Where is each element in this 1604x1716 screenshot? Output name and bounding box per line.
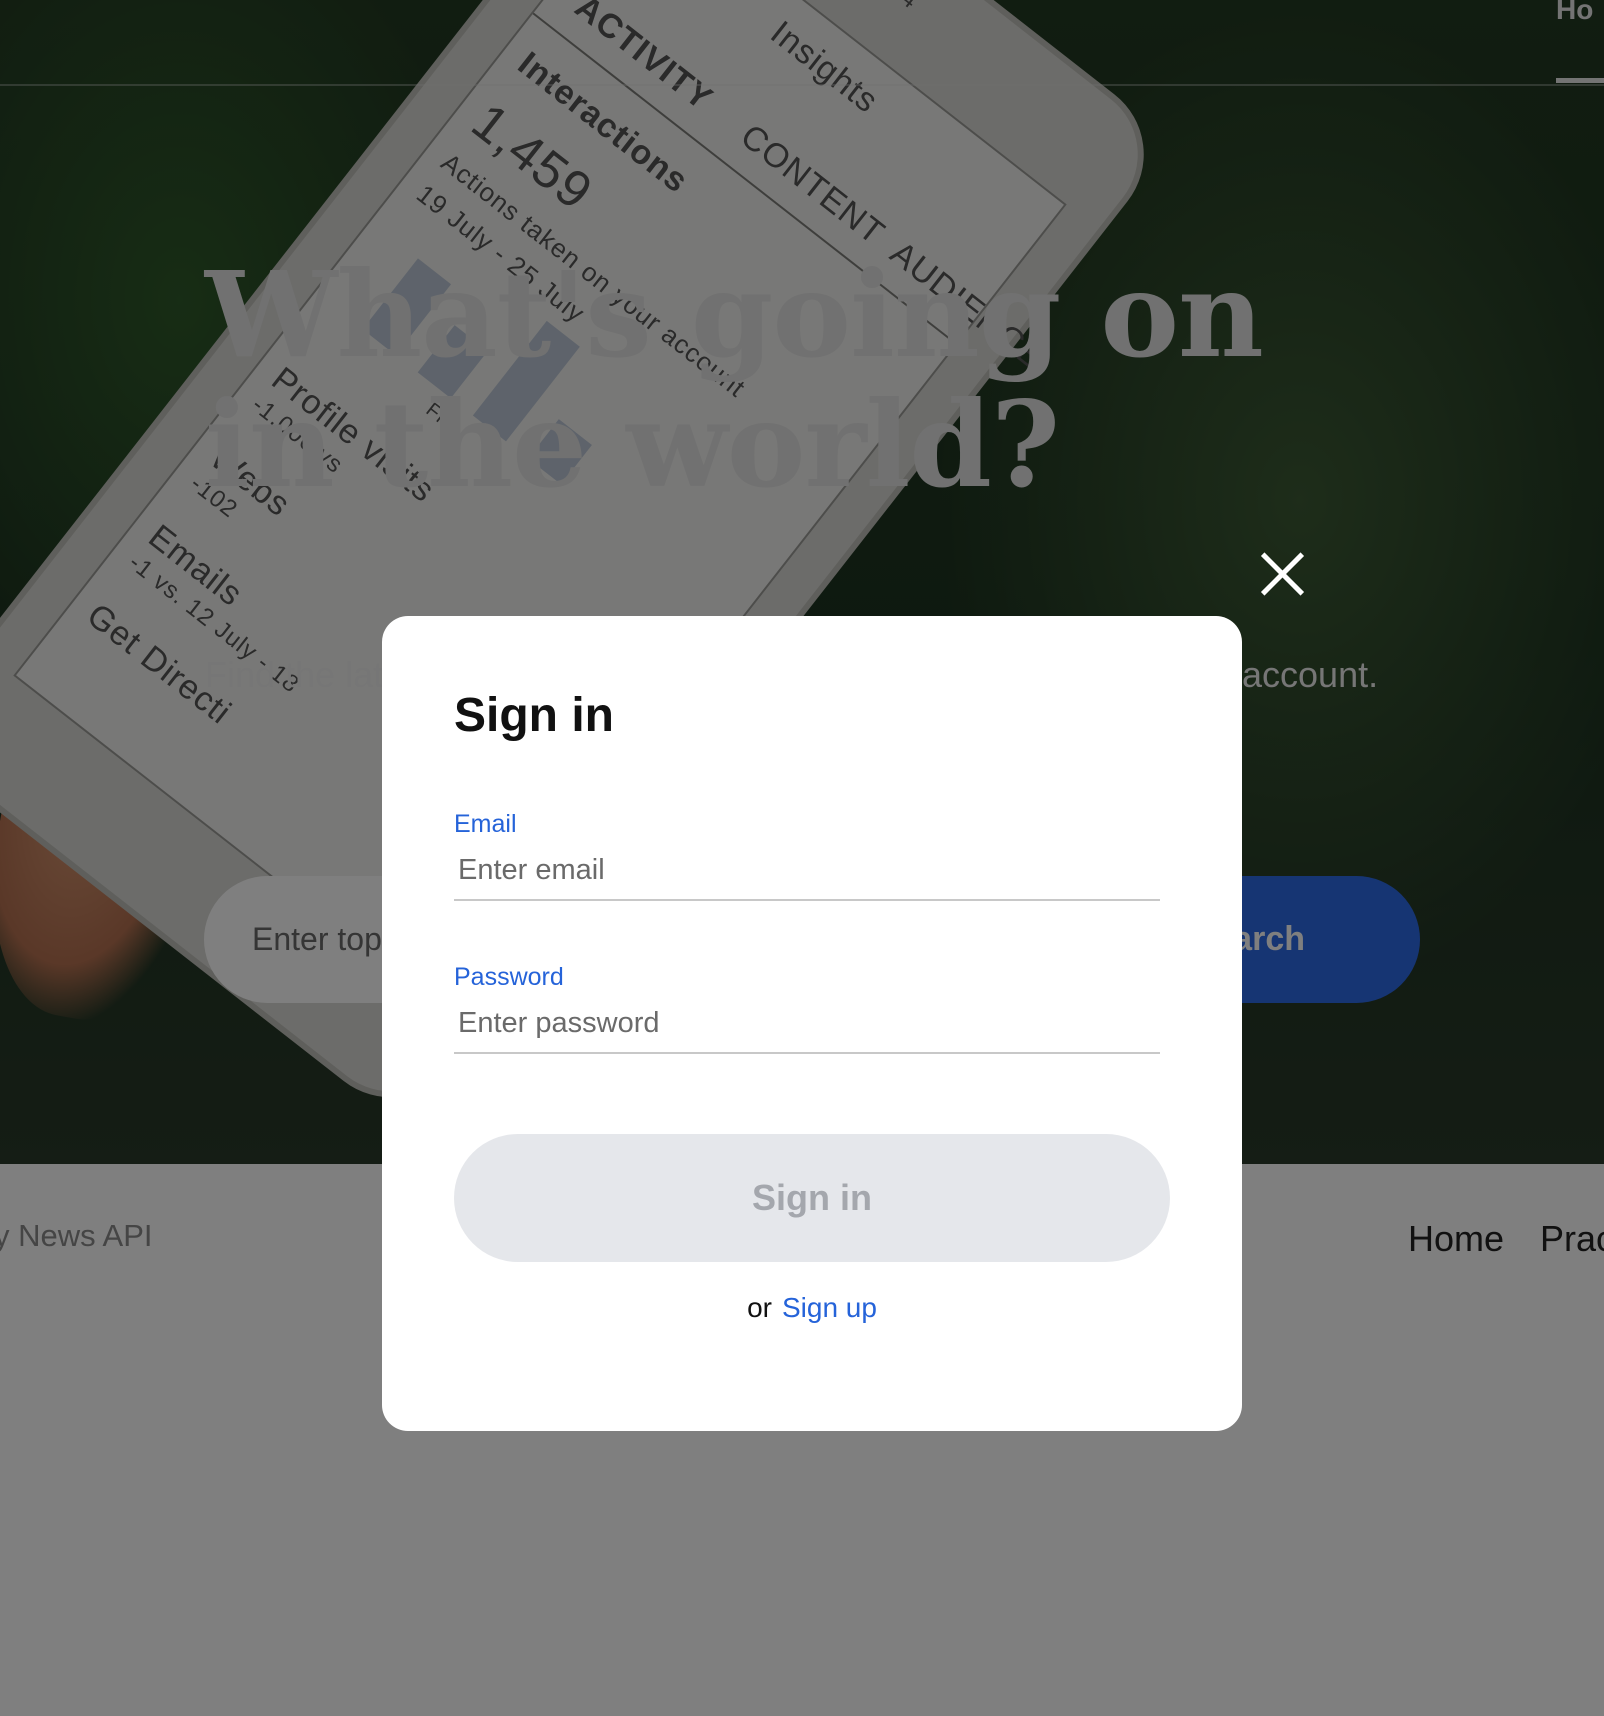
sign-in-modal: Sign in Email Password Sign in or Sign up: [382, 616, 1242, 1431]
email-label: Email: [454, 810, 517, 838]
email-field[interactable]: [454, 841, 1160, 901]
sign-up-link[interactable]: Sign up: [782, 1292, 877, 1323]
sign-in-button[interactable]: Sign in: [454, 1134, 1170, 1262]
or-text: or: [747, 1292, 772, 1323]
password-label: Password: [454, 963, 564, 991]
modal-title: Sign in: [454, 689, 614, 742]
sign-up-row: or Sign up: [382, 1292, 1242, 1324]
close-icon[interactable]: [1256, 548, 1308, 600]
password-field[interactable]: [454, 994, 1160, 1054]
